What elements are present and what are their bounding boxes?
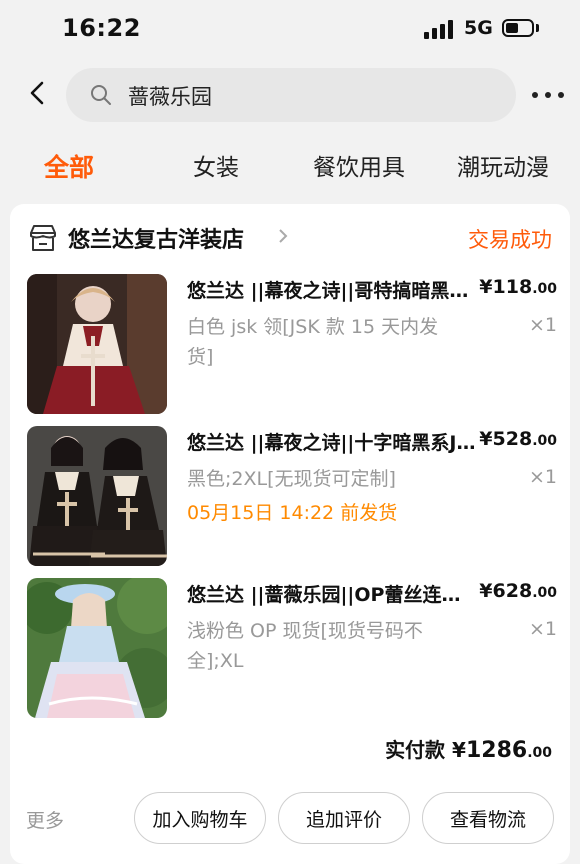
currency-symbol: ¥ [479, 580, 493, 602]
product-thumbnail[interactable] [27, 426, 167, 566]
product-sku-line: 白色 jsk 领[JSK 款 15 天内发 [187, 316, 439, 338]
product-price: ¥628.00 [479, 580, 557, 602]
price-decimal: .00 [532, 281, 557, 297]
currency-symbol: ¥ [479, 428, 493, 450]
total-currency: ¥ [452, 738, 466, 762]
order-item[interactable]: 悠兰达 ||蔷薇乐园||OP蕾丝连衣裙 浅粉色 OP 现货[现货号码不 全];X… [27, 578, 557, 720]
back-arrow-icon [30, 81, 44, 105]
tab-all[interactable]: 全部 [44, 148, 94, 184]
product-sku-line: 浅粉色 OP 现货[现货号码不 [187, 620, 423, 642]
product-sku: 白色 jsk 领[JSK 款 15 天内发 货] [187, 312, 477, 372]
add-review-button[interactable]: 追加评价 [278, 792, 410, 844]
battery-cap [536, 24, 539, 32]
price-integer: 628 [492, 580, 533, 602]
total-decimal: .00 [527, 745, 552, 761]
product-title: 悠兰达 ||幕夜之诗||哥特搞暗黑系JSK [187, 280, 477, 302]
product-thumbnail[interactable] [27, 578, 167, 718]
order-card: 悠兰达复古洋装店 交易成功 悠兰达 ||幕夜之诗||哥特搞暗黑系JSK 白色 j… [10, 204, 570, 864]
back-button[interactable] [20, 74, 54, 112]
product-sku-line: 全];XL [187, 650, 244, 672]
product-quantity: ×1 [528, 466, 557, 488]
order-total: 实付款 ¥1286.00 [385, 734, 552, 763]
shipping-deadline: 05月15日 14:22 前发货 [187, 502, 398, 524]
add-to-cart-button[interactable]: 加入购物车 [134, 792, 266, 844]
view-logistics-button[interactable]: 查看物流 [422, 792, 554, 844]
dot-icon [558, 92, 564, 98]
price-integer: 118 [492, 276, 533, 298]
search-query: 蔷薇乐园 [128, 85, 212, 109]
product-sku: 黑色;2XL[无现货可定制] [187, 464, 477, 494]
order-item[interactable]: 悠兰达 ||幕夜之诗||哥特搞暗黑系JSK 白色 jsk 领[JSK 款 15 … [27, 274, 557, 416]
product-sku-line: 货] [187, 346, 214, 368]
battery-icon [502, 19, 534, 37]
price-integer: 528 [492, 428, 533, 450]
status-time: 16:22 [62, 14, 141, 42]
search-header: 蔷薇乐园 [0, 60, 580, 130]
chevron-right-icon [279, 229, 288, 243]
currency-symbol: ¥ [479, 276, 493, 298]
price-decimal: .00 [532, 433, 557, 449]
signal-icon [424, 19, 456, 39]
more-options-button[interactable] [532, 92, 566, 100]
shop-icon [30, 225, 56, 251]
tab-toys-anime[interactable]: 潮玩动漫 [457, 148, 549, 182]
total-label: 实付款 [385, 738, 446, 762]
product-sku-line: 黑色;2XL[无现货可定制] [187, 468, 396, 490]
shop-name[interactable]: 悠兰达复古洋装店 [68, 222, 244, 254]
product-sku: 浅粉色 OP 现货[现货号码不 全];XL [187, 616, 477, 676]
category-tabs: 全部 女装 餐饮用具 潮玩动漫 [0, 140, 580, 190]
dot-icon [545, 92, 551, 98]
tab-tableware[interactable]: 餐饮用具 [313, 148, 405, 182]
order-item[interactable]: 悠兰达 ||幕夜之诗||十字暗黑系JSK 黑色;2XL[无现货可定制] 05月1… [27, 426, 557, 568]
product-title: 悠兰达 ||蔷薇乐园||OP蕾丝连衣裙 [187, 584, 477, 606]
product-thumbnail[interactable] [27, 274, 167, 414]
order-status: 交易成功 [468, 228, 552, 252]
product-price: ¥118.00 [479, 276, 557, 298]
product-quantity: ×1 [528, 618, 557, 640]
search-icon [91, 85, 111, 105]
total-amount: 1286 [465, 738, 528, 763]
network-type: 5G [464, 17, 493, 39]
product-price: ¥528.00 [479, 428, 557, 450]
more-actions-link[interactable]: 更多 [26, 806, 64, 833]
dot-icon [532, 92, 538, 98]
product-title: 悠兰达 ||幕夜之诗||十字暗黑系JSK [187, 432, 477, 454]
product-quantity: ×1 [528, 314, 557, 336]
search-input[interactable]: 蔷薇乐园 [66, 68, 516, 122]
status-bar: 16:22 5G [0, 0, 580, 58]
price-decimal: .00 [532, 585, 557, 601]
tab-womens-clothing[interactable]: 女装 [193, 148, 239, 182]
